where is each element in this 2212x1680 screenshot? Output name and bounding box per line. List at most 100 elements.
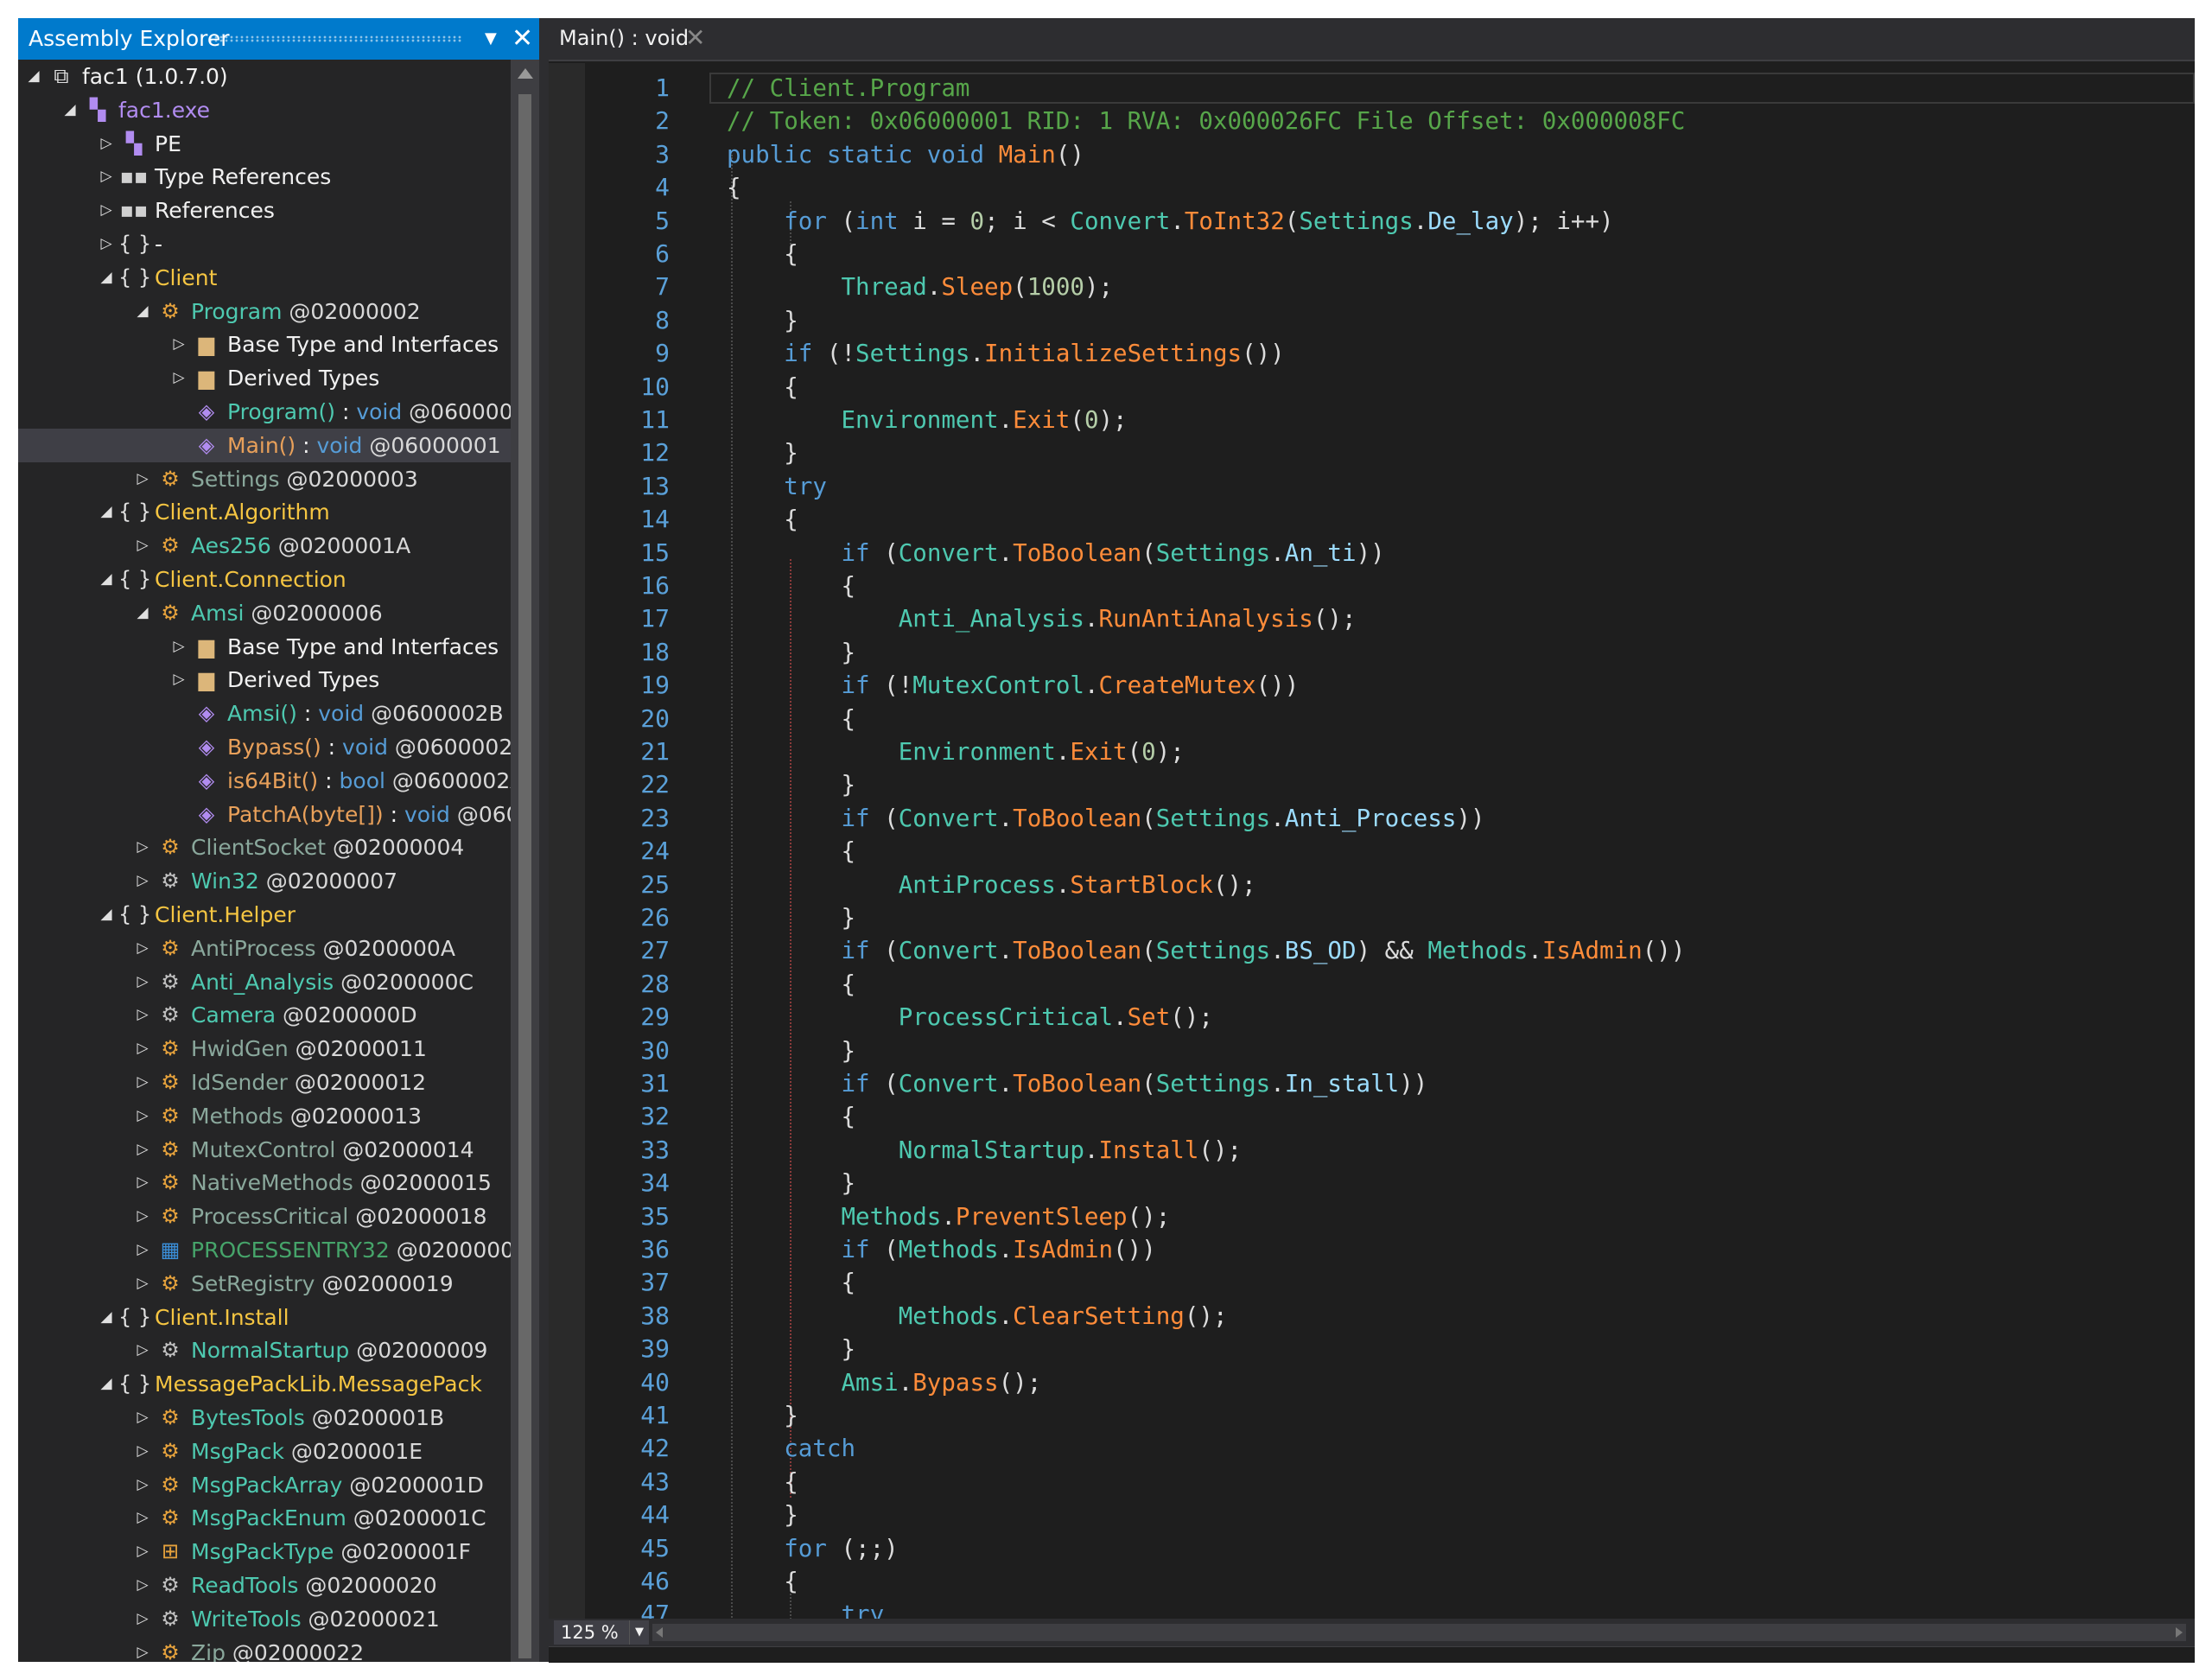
code-view[interactable]: 1 // Client.Program 2 // Token: 0x06000001 … [549,63,2195,1619]
tree-node[interactable]: ▷ ⚙ AntiProcess @0200000A [18,932,511,965]
tree-node[interactable]: ▷ ⚙ ClientSocket @02000004 [18,830,511,864]
code-line[interactable]: { [727,1100,855,1133]
code-line[interactable]: { [727,171,741,204]
code-line[interactable]: if (!Settings.InitializeSettings()) [727,337,1285,370]
expand-arrow-icon[interactable]: ▷ [134,1267,151,1301]
code-line[interactable]: { [727,371,798,404]
collapse-arrow-icon[interactable]: ◢ [98,1367,115,1401]
expand-arrow-icon[interactable]: ▷ [134,1333,151,1367]
tree-node[interactable]: ◈ Program() : void @060000 [18,395,511,429]
scroll-left-arrow-icon[interactable] [656,1627,663,1638]
tree-node[interactable]: ▷{ } - [18,227,511,261]
expand-arrow-icon[interactable]: ▷ [134,1133,151,1167]
tree-vertical-scrollbar[interactable] [511,60,539,1662]
expand-arrow-icon[interactable]: ▷ [134,1233,151,1267]
tree-node[interactable]: ▷ ⚙ NativeMethods @02000015 [18,1166,511,1200]
tree-node[interactable]: ▷ ⚙ MsgPack @0200001E [18,1435,511,1468]
tree-node[interactable]: ◢{ } MessagePackLib.MessagePack [18,1367,511,1401]
tree-node[interactable]: ▷ ⚙ Settings @02000003 [18,462,511,496]
tree-scroll-thumb[interactable] [518,94,531,1658]
tree-node[interactable]: ▷ ▪▪ References [18,194,511,227]
code-line[interactable]: ProcessCritical.Set(); [727,1001,1213,1034]
tree-node[interactable]: ▷ ⚙ Win32 @02000007 [18,864,511,898]
code-line[interactable]: // Token: 0x06000001 RID: 1 RVA: 0x00002… [727,105,1685,137]
code-line[interactable]: { [727,503,798,536]
code-line[interactable]: Methods.PreventSleep(); [727,1200,1170,1233]
tree-node[interactable]: ◈ Bypass() : void @06000028 [18,730,511,764]
code-line[interactable]: { [727,570,855,602]
code-line[interactable]: { [727,238,798,270]
code-line[interactable]: Thread.Sleep(1000); [727,270,1113,303]
zoom-level-dropdown[interactable]: 125 % ▼ [554,1620,649,1645]
code-line[interactable]: } [727,636,855,669]
tree-node[interactable]: ◢ ▚ fac1.exe [18,93,511,127]
expand-arrow-icon[interactable]: ▷ [134,864,151,898]
tree-node[interactable]: ▷ ▆ Base Type and Interfaces [18,328,511,361]
code-line[interactable]: if (Convert.ToBoolean(Settings.In_stall)… [727,1067,1427,1100]
tree-node[interactable]: ◢ ⚙ Amsi @02000006 [18,596,511,630]
code-line[interactable]: } [727,1167,855,1200]
expand-arrow-icon[interactable]: ▷ [134,965,151,999]
tree-node[interactable]: ▷ ⚙ MsgPackEnum @0200001C [18,1501,511,1535]
code-line[interactable]: { [727,703,855,735]
expand-arrow-icon[interactable]: ▷ [170,361,188,395]
code-line[interactable]: { [727,1565,798,1598]
tree-node[interactable]: ▷ ⚙ Aes256 @0200001A [18,529,511,563]
expand-arrow-icon[interactable]: ▷ [134,529,151,563]
code-line[interactable]: } [727,1499,798,1531]
tree-node[interactable]: ▷ ▆ Base Type and Interfaces [18,630,511,664]
code-line[interactable]: } [727,1333,855,1365]
code-line[interactable]: try [727,1598,884,1619]
tree-node[interactable]: ◢ ⚙ Program @02000002 [18,295,511,328]
tree-node[interactable]: ◈ is64Bit() : bool @0600002A [18,764,511,798]
collapse-arrow-icon[interactable]: ◢ [98,1301,115,1334]
tree-node[interactable]: ◢{ } Client.Algorithm [18,495,511,529]
tree-node[interactable]: ▷ ▦ PROCESSENTRY32 @0200000 [18,1233,511,1267]
code-line[interactable]: { [727,835,855,868]
tree-node[interactable]: ▷ ⚙ Methods @02000013 [18,1099,511,1133]
code-line[interactable]: // Client.Program [727,72,969,105]
tree-node[interactable]: ▷ ⚙ NormalStartup @02000009 [18,1333,511,1367]
tree-node[interactable]: ◢ ⧉ fac1 (1.0.7.0) [18,60,511,93]
code-line[interactable]: Amsi.Bypass(); [727,1366,1041,1399]
tree-node[interactable]: ◢{ } Client.Connection [18,563,511,596]
tree-node[interactable]: ▷ ⚙ ProcessCritical @02000018 [18,1200,511,1233]
code-line[interactable]: } [727,901,855,934]
tree-node[interactable]: ◢{ } Client.Helper [18,898,511,932]
code-line[interactable]: Methods.ClearSetting(); [727,1300,1228,1333]
chevron-down-icon[interactable]: ▼ [629,1620,649,1645]
expand-arrow-icon[interactable]: ▷ [170,663,188,697]
code-line[interactable]: { [727,1266,855,1299]
expand-arrow-icon[interactable]: ▷ [134,1066,151,1099]
code-line[interactable]: if (!MutexControl.CreateMutex()) [727,669,1299,702]
tree-node[interactable]: ▷ ⚙ BytesTools @0200001B [18,1401,511,1435]
expand-arrow-icon[interactable]: ▷ [134,830,151,864]
collapse-arrow-icon[interactable]: ◢ [134,295,151,328]
collapse-arrow-icon[interactable]: ◢ [98,563,115,596]
code-line[interactable]: } [727,1399,798,1432]
expand-arrow-icon[interactable]: ▷ [134,1200,151,1233]
collapse-arrow-icon[interactable]: ◢ [98,898,115,932]
scroll-up-arrow-icon[interactable] [518,68,533,79]
tree-node[interactable]: ▷ ⚙ WriteTools @02000021 [18,1602,511,1636]
tree-node[interactable]: ▷ ⚙ MsgPackArray @0200001D [18,1468,511,1502]
tree-node[interactable]: ▷ ▆ Derived Types [18,361,511,395]
code-line[interactable]: for (int i = 0; i < Convert.ToInt32(Sett… [727,205,1613,238]
tree-node[interactable]: ▷ ⚙ Camera @0200000D [18,998,511,1032]
collapse-arrow-icon[interactable]: ◢ [98,495,115,529]
tree-node[interactable]: ▷ ⚙ HwidGen @02000011 [18,1032,511,1066]
code-line[interactable]: NormalStartup.Install(); [727,1134,1242,1167]
tree-node[interactable]: ◈ PatchA(byte[]) : void @060 [18,798,511,831]
tree-node[interactable]: ▷ ▆ Derived Types [18,663,511,697]
expand-arrow-icon[interactable]: ▷ [134,1166,151,1200]
code-line[interactable]: if (Methods.IsAdmin()) [727,1233,1155,1266]
tree-node[interactable]: ◢{ } Client [18,261,511,295]
expand-arrow-icon[interactable]: ▷ [134,1435,151,1468]
expand-arrow-icon[interactable]: ▷ [98,227,115,261]
expand-arrow-icon[interactable]: ▷ [134,1099,151,1133]
tab-close-icon[interactable]: ✕ [685,18,705,58]
code-line[interactable]: { [727,968,855,1001]
assembly-tree[interactable]: ◢ ⧉ fac1 (1.0.7.0) ◢ ▚ fac1.exe ▷ ▚ PE ▷ ▪▪ Type Re… [18,60,511,1662]
code-line[interactable]: AntiProcess.StartBlock(); [727,869,1256,901]
expand-arrow-icon[interactable]: ▷ [134,1569,151,1602]
